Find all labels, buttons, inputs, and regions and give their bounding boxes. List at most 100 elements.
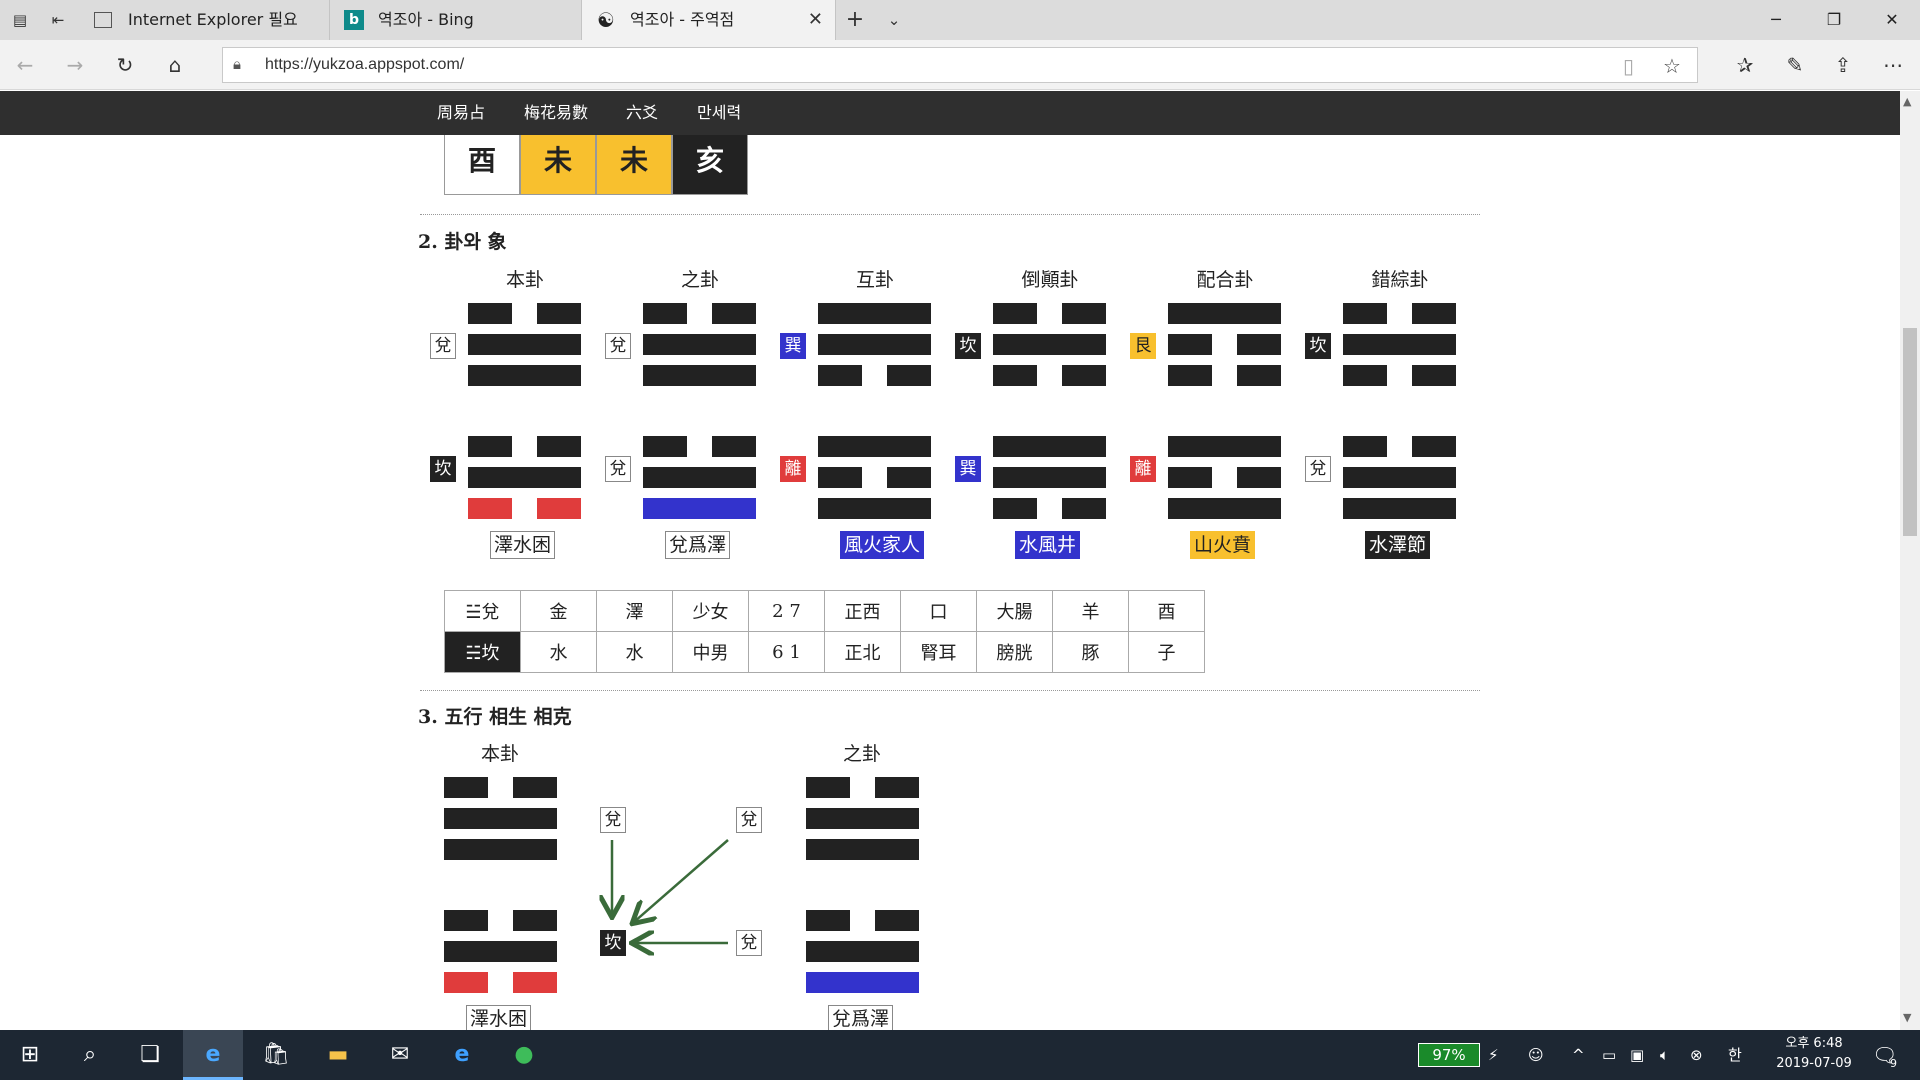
yin-line-segment xyxy=(513,910,557,931)
new-tab-icon[interactable]: + xyxy=(843,8,867,32)
mail-icon[interactable]: ✉ xyxy=(370,1030,430,1080)
battery-icon[interactable]: ▭ xyxy=(1602,1030,1616,1080)
tab-yukzoa[interactable]: ☯ 역조아 - 주역점 ✕ xyxy=(582,0,836,40)
section-2-heading: 2. 卦와 象 xyxy=(418,231,507,253)
yang-line xyxy=(818,498,931,519)
address-bar[interactable]: 🔒︎ https://yukzoa.appspot.com/ ▯ ☆ xyxy=(222,47,1698,83)
yin-line-segment xyxy=(1237,467,1281,488)
hexagram-name[interactable]: 水風井 xyxy=(1015,531,1081,559)
yin-line-segment xyxy=(1062,365,1106,386)
menu-item-liuyao[interactable]: 六爻 xyxy=(626,91,658,135)
yang-line xyxy=(806,941,919,962)
page-content: 酉未未亥 2. 卦와 象 本卦兌坎澤水困 之卦兌兌兌爲澤 互卦巽離風火家人 倒顚卦坎巽… xyxy=(0,135,1900,1030)
yin-line-segment xyxy=(537,303,581,324)
back-icon[interactable]: ← xyxy=(10,50,40,80)
clock[interactable]: 오후 6:48 2019-07-09 xyxy=(1764,1034,1864,1074)
people-icon[interactable]: ☺ xyxy=(1528,1030,1544,1080)
start-windows-icon[interactable]: ⊞ xyxy=(0,1030,60,1080)
lower-trigram-badge: 坎 xyxy=(430,456,456,482)
upper-trigram-badge: 巽 xyxy=(780,333,806,359)
branch-cell: 亥 xyxy=(672,135,748,195)
hexagram-name[interactable]: 水澤節 xyxy=(1365,531,1431,559)
page-icon xyxy=(94,12,112,28)
menu-item-calendar[interactable]: 만세력 xyxy=(697,91,741,135)
yin-line-segment xyxy=(993,303,1037,324)
refresh-icon[interactable]: ↻ xyxy=(110,50,140,80)
ime-indicator[interactable]: 한 xyxy=(1728,1030,1742,1080)
yang-line xyxy=(468,334,581,355)
trigram-attribute-cell: 2 7 xyxy=(748,590,825,632)
yin-line-segment xyxy=(1062,303,1106,324)
yin-line-segment xyxy=(1343,365,1387,386)
close-tab-icon[interactable]: ✕ xyxy=(808,0,823,40)
battery-indicator[interactable]: 97% xyxy=(1418,1043,1480,1067)
yin-line-segment xyxy=(818,467,862,488)
hexagram-name[interactable]: 風火家人 xyxy=(840,531,925,559)
scroll-thumb[interactable] xyxy=(1903,328,1917,536)
hexagram-name[interactable]: 澤水困 xyxy=(490,531,556,559)
trigram-row: ☱兌金澤少女 2 7 正西口大腸羊酉 xyxy=(444,590,1205,632)
upper-trigram-badge: 坎 xyxy=(1305,333,1331,359)
store-icon[interactable]: 🛍︎ xyxy=(246,1030,306,1080)
tab-actions-icon[interactable]: ▤ xyxy=(8,8,32,32)
yang-line xyxy=(806,808,919,829)
forward-icon[interactable]: → xyxy=(60,50,90,80)
trigram-table: ☱兌金澤少女 2 7 正西口大腸羊酉 ☵坎水水中男 6 1 正北 腎耳 膀胱豚子 xyxy=(444,590,1205,673)
tab-bing[interactable]: b 역조아 - Bing xyxy=(330,0,582,40)
yin-line-segment xyxy=(444,972,488,993)
share-icon[interactable]: ⇪ xyxy=(1828,50,1858,80)
trigram-name-cell: ☱兌 xyxy=(444,590,521,632)
close-window-button[interactable]: ✕ xyxy=(1864,0,1920,40)
tab-label: 역조아 - 주역점 xyxy=(630,10,735,29)
power-plug-icon[interactable]: ⚡︎ xyxy=(1488,1030,1499,1080)
menu-item-zhouyi[interactable]: 周易占 xyxy=(437,91,485,135)
set-aside-tabs-icon[interactable]: ⇤ xyxy=(46,8,70,32)
more-icon[interactable]: ⋯ xyxy=(1878,50,1908,80)
menu-item-meihua[interactable]: 梅花易數 xyxy=(524,91,588,135)
hexagram-name[interactable]: 兌爲澤 xyxy=(828,1005,894,1030)
yang-line xyxy=(806,972,919,993)
trigram-attribute-cell: 豚 xyxy=(1052,631,1129,673)
yang-line xyxy=(1343,334,1456,355)
url-text[interactable]: https://yukzoa.appspot.com/ xyxy=(265,48,464,82)
favorites-hub-icon[interactable]: ✰ xyxy=(1730,50,1760,80)
hexagram-name[interactable]: 澤水困 xyxy=(466,1005,532,1030)
yin-line-segment xyxy=(1168,365,1212,386)
right-hexagram-label: 之卦 xyxy=(842,743,881,765)
yang-line xyxy=(643,498,756,519)
task-view-icon[interactable]: ❏ xyxy=(120,1030,180,1080)
page-scrollbar[interactable]: ▲ ▼ xyxy=(1900,91,1920,1030)
edge-icon[interactable]: e xyxy=(183,1030,243,1080)
yang-line xyxy=(993,436,1106,457)
minimize-button[interactable]: ─ xyxy=(1748,0,1804,40)
file-explorer-icon[interactable]: ▬ xyxy=(308,1030,368,1080)
internet-explorer-icon[interactable]: e xyxy=(432,1030,492,1080)
notes-pen-icon[interactable]: ✎ xyxy=(1780,50,1810,80)
section-3-heading: 3. 五行 相生 相克 xyxy=(418,706,572,728)
trigram-attribute-cell: 金 xyxy=(520,590,597,632)
scroll-down-icon[interactable]: ▼ xyxy=(1903,1011,1911,1024)
evernote-icon[interactable]: ● xyxy=(494,1030,554,1080)
hexagram-name[interactable]: 兌爲澤 xyxy=(665,531,731,559)
reading-view-icon[interactable]: ▯ xyxy=(1623,54,1634,78)
restore-button[interactable]: ❐ xyxy=(1806,0,1862,40)
tab-preview-chevron-icon[interactable]: ⌄ xyxy=(882,8,906,32)
yin-line-segment xyxy=(1062,498,1106,519)
trigram-attribute-cell: 少女 xyxy=(672,590,749,632)
scroll-up-icon[interactable]: ▲ xyxy=(1903,95,1911,108)
yang-line xyxy=(993,334,1106,355)
hexagram-name[interactable]: 山火賁 xyxy=(1190,531,1256,559)
no-sync-icon[interactable]: ⊗ xyxy=(1690,1030,1703,1080)
tab-ie-required[interactable]: Internet Explorer 필요 xyxy=(80,0,330,40)
yin-line-segment xyxy=(468,498,512,519)
home-icon[interactable]: ⌂ xyxy=(160,50,190,80)
yang-line xyxy=(993,467,1106,488)
clock-time: 오후 6:48 xyxy=(1785,1036,1843,1051)
show-hidden-icons-chevron[interactable]: ^ xyxy=(1572,1030,1585,1080)
yin-line-segment xyxy=(513,777,557,798)
favorite-star-icon[interactable]: ☆ xyxy=(1663,54,1681,78)
branch-cell: 未 xyxy=(520,135,596,195)
volume-icon[interactable]: 🔈︎ xyxy=(1660,1030,1669,1080)
network-icon[interactable]: ▣ xyxy=(1630,1030,1644,1080)
search-icon[interactable]: ⌕ xyxy=(60,1030,120,1080)
